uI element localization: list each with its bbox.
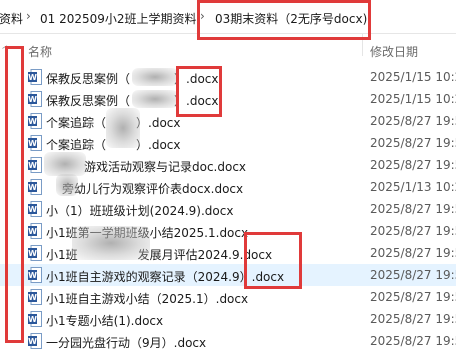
file-date: 2025/1/15 10:2	[370, 92, 456, 106]
file-date: 2025/8/27 19:5	[370, 246, 456, 260]
list-item[interactable]: W 保教反思案例（ ）.docx 2025/1/15 10:2	[0, 66, 456, 88]
list-item[interactable]: W 一分园光盘行动（9月）.docx 2025/8/27 19:5	[0, 330, 456, 352]
breadcrumb-separator[interactable]: ›	[26, 9, 31, 23]
svg-text:W: W	[28, 161, 37, 170]
redaction-blur	[132, 90, 178, 108]
word-doc-icon: W	[28, 157, 42, 173]
svg-text:W: W	[28, 293, 37, 302]
svg-text:W: W	[28, 117, 37, 126]
word-doc-icon: W	[28, 333, 42, 349]
file-date: 2025/1/13 10:2	[370, 180, 456, 194]
svg-text:W: W	[28, 227, 37, 236]
highlight-box-folder	[197, 0, 371, 40]
word-doc-icon: W	[28, 69, 42, 85]
redaction-blur	[132, 68, 178, 86]
svg-text:W: W	[28, 315, 37, 324]
svg-text:W: W	[28, 73, 37, 82]
file-name: 小1班自主游戏小结（2025.1）.docx	[46, 292, 249, 306]
highlight-box-extension	[244, 232, 302, 289]
column-header-date[interactable]: 修改日期	[370, 43, 418, 60]
word-doc-icon: W	[28, 113, 42, 129]
word-doc-icon: W	[28, 267, 42, 283]
file-date: 2025/8/27 19:5	[370, 136, 456, 150]
redaction-blur	[56, 174, 78, 196]
svg-text:W: W	[28, 337, 37, 346]
file-name: 小1专题小结(1).docx	[46, 314, 164, 328]
list-item[interactable]: W 个案追踪（ ）.docx 2025/8/27 19:5	[0, 110, 456, 132]
svg-text:W: W	[28, 205, 37, 214]
breadcrumb-item-parent[interactable]: 资料	[0, 10, 23, 27]
file-date: 2025/8/27 19:5	[370, 290, 456, 304]
list-item[interactable]: W 个案追踪（ ）.docx 2025/8/27 19:5	[0, 132, 456, 154]
redaction-blur	[72, 226, 150, 260]
file-date: 2025/8/27 19:5	[370, 312, 456, 326]
list-item[interactable]: W 保教反思案例（ ）.docx 2025/1/15 10:2	[0, 88, 456, 110]
word-doc-icon: W	[28, 289, 42, 305]
svg-text:W: W	[28, 183, 37, 192]
word-doc-icon: W	[28, 223, 42, 239]
word-doc-icon: W	[28, 311, 42, 327]
list-item[interactable]: W 小1班第一学期班级小结2025.1.docx 2025/8/27 19:5	[0, 220, 456, 242]
file-name: 小（1）班班级计划(2024.9).docx	[46, 204, 234, 218]
list-item[interactable]: W 小1专题小结(1).docx 2025/8/27 19:5	[0, 308, 456, 330]
file-date: 2025/8/27 19:5	[370, 334, 456, 348]
breadcrumb-item-folder[interactable]: 01 202509小2班上学期资料	[40, 10, 197, 27]
redaction-blur	[44, 152, 86, 176]
file-date: 2025/8/27 19:5	[370, 158, 456, 172]
list-item[interactable]: W 小1班 发展月评估2024.9.docx 2025/8/27 19:5	[0, 242, 456, 264]
word-doc-icon: W	[28, 179, 42, 195]
svg-text:W: W	[28, 271, 37, 280]
file-date: 2025/8/27 19:5	[370, 114, 456, 128]
svg-text:W: W	[28, 95, 37, 104]
file-date: 2025/1/15 10:2	[370, 70, 456, 84]
list-item[interactable]: W 小1班自主游戏小结（2025.1）.docx 2025/8/27 19:5	[0, 286, 456, 308]
word-doc-icon: W	[28, 245, 42, 261]
file-date: 2025/8/27 19:5	[370, 202, 456, 216]
list-item-hovered[interactable]: W 小1班自主游戏的观察记录（2024.9）.docx 2025/8/27 19…	[0, 264, 456, 286]
word-doc-icon: W	[28, 201, 42, 217]
word-doc-icon: W	[28, 135, 42, 151]
highlight-box-extension	[176, 66, 222, 117]
svg-text:W: W	[28, 249, 37, 258]
svg-text:W: W	[28, 139, 37, 148]
column-header-name[interactable]: 名称	[28, 43, 52, 60]
list-item[interactable]: W 小（1）班班级计划(2024.9).docx 2025/8/27 19:5	[0, 198, 456, 220]
file-date: 2025/8/27 19:5	[370, 224, 456, 238]
word-doc-icon: W	[28, 91, 42, 107]
redaction-blur	[106, 108, 140, 148]
file-date: 2025/8/27 19:5	[370, 268, 456, 282]
highlight-box-icons	[5, 46, 24, 343]
